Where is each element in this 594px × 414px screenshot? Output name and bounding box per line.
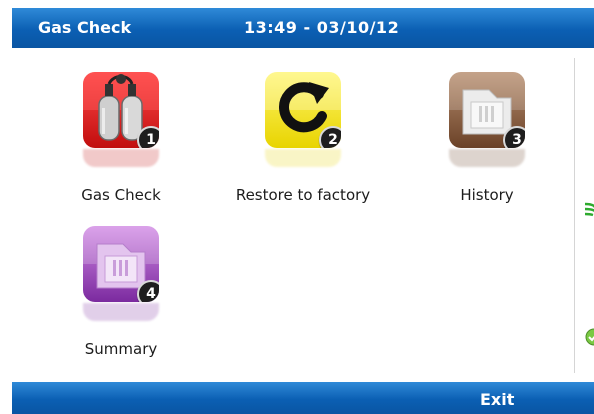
menu-item-restore-to-factory[interactable]: 2 Restore to factory bbox=[218, 72, 388, 222]
icon-reflection bbox=[83, 149, 159, 167]
gas-cylinders-icon: 1 bbox=[83, 72, 159, 148]
icon-reflection bbox=[265, 149, 341, 167]
summary-folder-icon: 4 bbox=[83, 226, 159, 302]
bottom-bar: Exit bbox=[12, 382, 594, 414]
app-title: Gas Check bbox=[38, 18, 132, 37]
signal-icon bbox=[584, 202, 594, 217]
menu-item-gas-check[interactable]: 1 Gas Check bbox=[36, 72, 206, 222]
menu-item-label: History bbox=[460, 186, 514, 204]
icon-reflection bbox=[83, 303, 159, 321]
status-ok-icon bbox=[585, 328, 594, 346]
menu-item-history[interactable]: 3 History bbox=[402, 72, 572, 222]
shortcut-number-badge: 2 bbox=[319, 126, 341, 148]
history-folder-icon: 3 bbox=[449, 72, 525, 148]
restore-arrow-icon: 2 bbox=[265, 72, 341, 148]
menu-item-summary[interactable]: 4 Summary bbox=[36, 226, 206, 376]
icon-reflection bbox=[449, 149, 525, 167]
device-screen: Gas Check 13:49 - 03/10/12 1 Gas Check 2… bbox=[0, 0, 594, 414]
menu-item-label: Gas Check bbox=[81, 186, 161, 204]
shortcut-number-badge: 4 bbox=[137, 280, 159, 302]
time-date-readout: 13:49 - 03/10/12 bbox=[244, 18, 400, 37]
title-bar: Gas Check 13:49 - 03/10/12 bbox=[12, 8, 594, 48]
shortcut-number-badge: 3 bbox=[503, 126, 525, 148]
menu-item-label: Summary bbox=[84, 340, 158, 358]
panel-divider bbox=[574, 58, 575, 373]
exit-button[interactable]: Exit bbox=[480, 390, 514, 409]
menu-item-label: Restore to factory bbox=[235, 186, 371, 204]
shortcut-number-badge: 1 bbox=[137, 126, 159, 148]
